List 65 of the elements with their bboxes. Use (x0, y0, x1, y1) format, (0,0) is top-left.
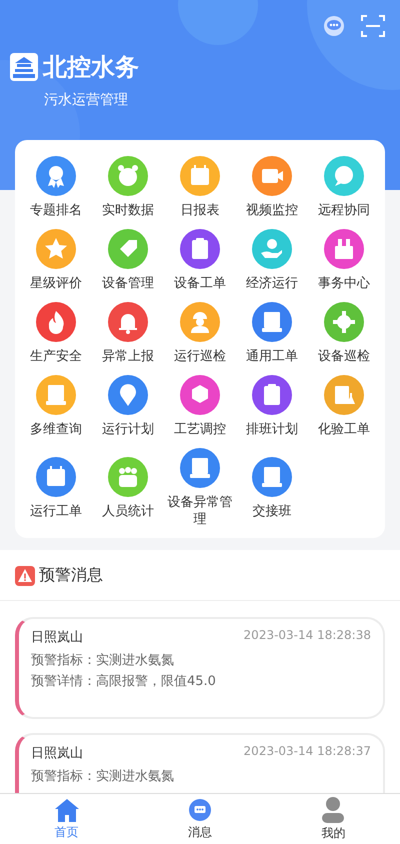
home-icon (54, 798, 80, 822)
chat-icon[interactable] (324, 156, 364, 196)
alert-time: 2023-03-14 18:28:38 (244, 628, 371, 644)
menu-item-label[interactable]: 专题排名 (21, 202, 91, 219)
flame-icon[interactable] (36, 302, 76, 342)
menu-item-label[interactable]: 工艺调控 (165, 421, 235, 438)
menu-item-label[interactable]: 设备工单 (165, 275, 235, 292)
person-icon (321, 796, 346, 822)
document-icon[interactable] (36, 375, 76, 415)
alert-card[interactable]: 日照岚山 2023-03-14 18:28:38 预警指标：实测进水氨氮 预警详情：高限报警，限值45.0 (15, 617, 385, 719)
alert-detail: 预警指标：实测进水氨氮 (31, 652, 175, 670)
alert-detail: 预警指标：实测进水氨氮 (31, 768, 175, 786)
menu-item-label[interactable]: 交接班 (237, 502, 307, 520)
nav-tab[interactable]: 消息 (133, 794, 267, 844)
nav-tab[interactable]: 我的 (266, 794, 400, 844)
menu-item-label[interactable]: 排班计划 (237, 421, 307, 438)
nav-tab[interactable]: 首页 (0, 794, 134, 844)
menu-item-label[interactable]: 经济运行 (237, 275, 307, 292)
menu-item-label[interactable]: 设备巡检 (309, 348, 379, 365)
message-icon (188, 798, 212, 822)
award-icon[interactable] (36, 156, 76, 196)
app-title: 北控水务 (43, 52, 139, 83)
menu-item-label[interactable]: 设备异常管理 (165, 494, 235, 528)
hand-icon[interactable] (252, 229, 292, 269)
chat-bubble-icon[interactable] (323, 15, 345, 37)
menu-item-label[interactable]: 化验工单 (309, 421, 379, 438)
station-name: 日照岚山 (31, 629, 83, 646)
clipboard-icon[interactable] (252, 375, 292, 415)
menu-item-label[interactable]: 视频监控 (237, 202, 307, 219)
document-icon[interactable] (180, 448, 220, 488)
pin-icon[interactable] (108, 375, 148, 415)
menu-item-label[interactable]: 设备管理 (93, 275, 163, 292)
video-icon[interactable] (252, 156, 292, 196)
menu-item-label[interactable]: 事务中心 (309, 275, 379, 292)
alert-detail: 预警详情：高限报警，限值45.0 (31, 673, 217, 691)
people-icon[interactable] (108, 456, 148, 496)
calendar-icon[interactable] (180, 156, 220, 196)
alert-time: 2023-03-14 18:28:37 (244, 744, 371, 760)
section-title: 预警消息 (39, 565, 103, 586)
box-icon[interactable] (324, 229, 364, 269)
menu-item-label[interactable]: 多维查询 (21, 421, 91, 438)
scan-icon[interactable] (361, 14, 385, 38)
calendar-icon[interactable] (36, 456, 76, 496)
document-icon[interactable] (252, 302, 292, 342)
menu-item-label[interactable]: 运行巡检 (165, 348, 235, 365)
document-icon[interactable] (252, 456, 292, 496)
station-name: 日照岚山 (31, 745, 83, 762)
tag-icon[interactable] (108, 229, 148, 269)
warning-icon (15, 566, 35, 586)
temple-logo-icon (10, 53, 38, 81)
menu-item-label[interactable]: 人员统计 (93, 502, 163, 520)
menu-item-label[interactable]: 星级评价 (21, 275, 91, 292)
clipboard-icon[interactable] (180, 229, 220, 269)
menu-item-label[interactable]: 实时数据 (93, 202, 163, 219)
menu-item-label[interactable]: 运行计划 (93, 421, 163, 438)
menu-item-label[interactable]: 通用工单 (237, 348, 307, 365)
menu-item-label[interactable]: 运行工单 (21, 502, 91, 520)
cube-icon[interactable] (180, 375, 220, 415)
menu-item-label[interactable]: 生产安全 (21, 348, 91, 365)
app-subtitle: 污水运营管理 (44, 91, 129, 109)
menu-item-label[interactable]: 异常上报 (93, 348, 163, 365)
bell-icon[interactable] (108, 302, 148, 342)
worker-icon[interactable] (180, 302, 220, 342)
menu-item-label[interactable]: 日报表 (165, 202, 235, 219)
menu-item-label[interactable]: 远程协同 (309, 202, 379, 219)
